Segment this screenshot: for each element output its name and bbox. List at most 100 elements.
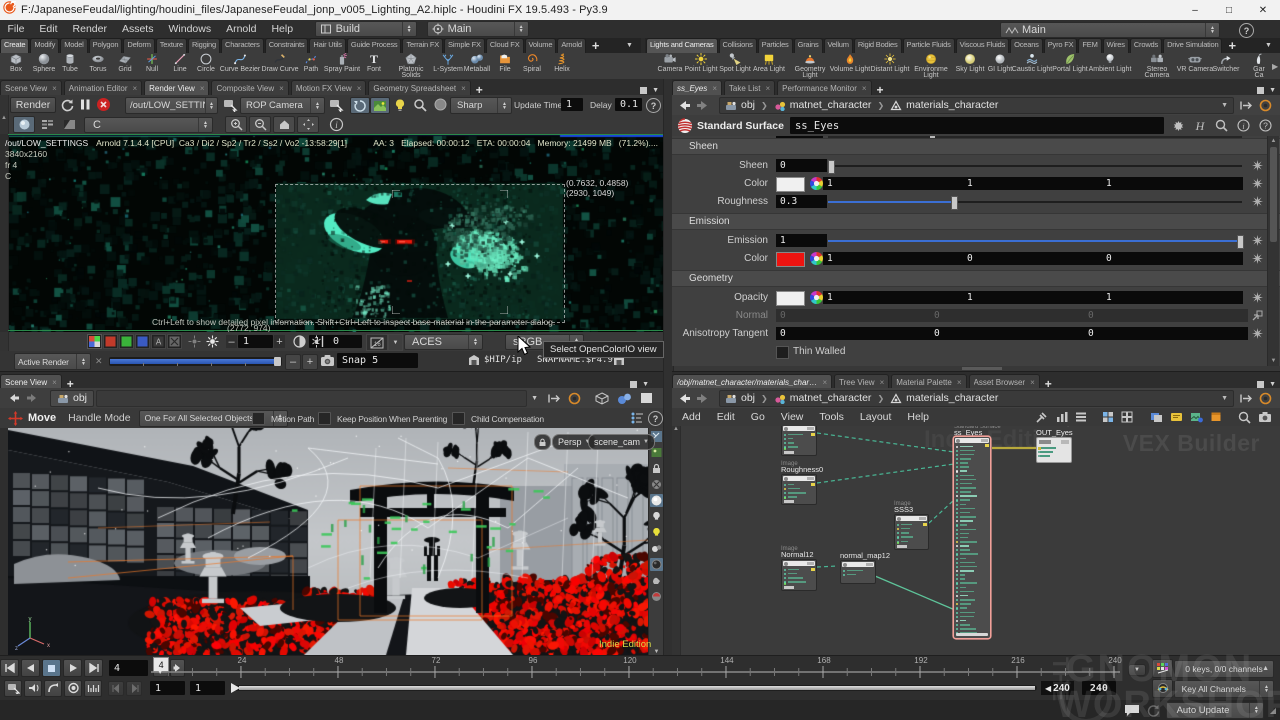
snap-field[interactable]: Snap 5 <box>337 353 418 368</box>
render-help-button[interactable]: ? <box>646 98 661 113</box>
camera-lock-pill[interactable] <box>534 434 551 450</box>
colorspace-spinner[interactable]: ▲▼ <box>468 335 482 349</box>
close-tab-icon[interactable]: × <box>200 84 205 93</box>
snapshot-mode-spinner[interactable]: ▲▼ <box>76 354 90 369</box>
network-node-out-eyes[interactable]: Material outputOUT_Eyes <box>1036 437 1070 461</box>
close-tab-icon[interactable]: × <box>822 378 827 387</box>
network-graph[interactable]: ▲VEX BuilderIndie EditionImageImageRough… <box>672 426 1280 655</box>
range-start-field[interactable]: 1 <box>190 681 225 695</box>
param-component-field[interactable]: 0 <box>776 327 930 340</box>
color-swatch[interactable] <box>776 291 805 306</box>
shelf-tab-particle-fluids[interactable]: Particle Fluids <box>903 38 955 53</box>
camera-selector-dropdown[interactable]: ROP Camera▲▼ <box>240 97 325 114</box>
node-body[interactable] <box>840 560 876 584</box>
breadcrumb-segment-obj[interactable]: obj <box>720 391 760 406</box>
filter-spinner[interactable]: ▲▼ <box>497 98 511 113</box>
path-pin-button[interactable] <box>548 393 562 404</box>
menu-assets[interactable]: Assets <box>114 23 161 35</box>
render-info-button[interactable]: i <box>329 117 344 132</box>
exposure-button[interactable] <box>312 335 325 348</box>
color-swatch[interactable] <box>776 252 805 267</box>
network-grid1-button[interactable] <box>1102 411 1114 423</box>
filter-selector-dropdown[interactable]: Sharp▲▼ <box>450 97 512 114</box>
render-stop-button[interactable] <box>96 97 111 112</box>
menu-edit[interactable]: Edit <box>32 23 65 35</box>
pane-menu-arrow-icon[interactable]: ▼ <box>652 87 659 94</box>
pane-tab--obj-matnet-character-materials-charac-[interactable]: /obj/matnet_character/materials_charac..… <box>672 374 832 389</box>
snapshot-slider[interactable] <box>109 357 282 366</box>
checkbox-box[interactable] <box>318 412 331 425</box>
scrollbar-down-arrow[interactable]: ▼ <box>1268 356 1279 366</box>
network-snapshot-button[interactable] <box>1258 411 1272 423</box>
scrollbar-up-arrow[interactable]: ▲ <box>1268 136 1279 146</box>
pane-tab-tree-view[interactable]: Tree View× <box>834 374 889 389</box>
node-name-field[interactable]: ss_Eyes <box>790 117 1164 134</box>
param-slider-track[interactable] <box>828 165 1242 167</box>
param-pane-add-tab-button[interactable]: + <box>877 85 884 95</box>
shelf-tab-viscous-fluids[interactable]: Viscous Fluids <box>956 38 1009 53</box>
network-box-button[interactable] <box>1210 411 1222 423</box>
param-component-field[interactable]: 1 <box>1102 291 1243 304</box>
message-bubble-button[interactable] <box>1124 704 1140 717</box>
scene-selector-dropdown[interactable]: Main▲▼ <box>427 21 529 37</box>
snap-minus-button[interactable]: – <box>285 354 301 370</box>
background-menu-button[interactable]: ▼ <box>388 334 403 351</box>
zoom-home-button[interactable] <box>273 116 295 133</box>
shelf-left-more-arrow[interactable]: ▼ <box>626 42 633 49</box>
shelf-right-more-arrow[interactable]: ▼ <box>1265 42 1272 49</box>
background-toggle-button[interactable]: 16 <box>366 334 388 351</box>
param-hscroll-nub[interactable] <box>962 367 1002 370</box>
param-jack-icon[interactable] <box>1252 196 1263 207</box>
snapshot-slider-handle[interactable] <box>274 357 281 366</box>
close-tab-icon[interactable]: × <box>862 84 867 93</box>
render-button[interactable]: Render <box>10 97 56 113</box>
checkbox-child-compensation[interactable]: Child Compensation <box>452 412 544 425</box>
shelf-tab-rigging[interactable]: Rigging <box>188 38 220 53</box>
gamma-plus-button[interactable]: + <box>274 335 285 348</box>
close-tab-icon[interactable]: × <box>1030 378 1035 387</box>
range-slider[interactable] <box>231 682 1037 694</box>
shelf-tab-volume[interactable]: Volume <box>525 38 557 53</box>
path-back-button[interactable] <box>8 393 20 403</box>
shelf-tab-rigid-bodies[interactable]: Rigid Bodies <box>854 38 902 53</box>
pane-tab-performance-monitor[interactable]: Performance Monitor× <box>777 80 871 95</box>
breadcrumb-path-field[interactable]: obj❯matnet_character❯materials_character… <box>719 97 1234 114</box>
breadcrumb-path-field[interactable]: obj❯matnet_character❯materials_character… <box>719 390 1234 407</box>
network-menu-view[interactable]: View <box>781 411 804 423</box>
checkbox-keep-position-when-parenting[interactable]: Keep Position When Parenting <box>318 412 447 425</box>
image-view-mode-button[interactable] <box>13 116 35 133</box>
path-follow-button[interactable] <box>568 392 581 405</box>
network-menu-edit[interactable]: Edit <box>717 411 735 423</box>
network-node-SSS3[interactable]: ImageSSS3 <box>894 514 927 548</box>
shelf-tab-terrain-fx[interactable]: Terrain FX <box>402 38 443 53</box>
pane-tab-scene-view[interactable]: Scene View× <box>0 80 62 95</box>
desktop-selector-spinner[interactable]: ▲▼ <box>402 22 416 36</box>
menu-render[interactable]: Render <box>65 23 114 35</box>
preview-toggle[interactable] <box>370 97 390 114</box>
render-lights-button[interactable] <box>394 98 406 112</box>
param-link-icon[interactable] <box>1252 310 1263 321</box>
close-tab-icon[interactable]: × <box>957 378 962 387</box>
performance-button[interactable] <box>44 680 62 697</box>
network-menu-add[interactable]: Add <box>682 411 701 423</box>
network-node-image[interactable]: Image <box>781 426 815 454</box>
close-tab-icon[interactable]: × <box>52 378 57 387</box>
param-component-field[interactable]: 1 <box>823 252 964 265</box>
close-tab-icon[interactable]: × <box>357 84 362 93</box>
param-slider-handle[interactable] <box>1237 235 1244 249</box>
shelf-tab-characters[interactable]: Characters <box>221 38 264 53</box>
close-tab-icon[interactable]: × <box>461 84 466 93</box>
param-value-field[interactable]: 0 <box>776 159 827 172</box>
param-slider-handle[interactable] <box>951 196 958 210</box>
exposure-field[interactable]: 0 <box>328 335 362 348</box>
delay-field[interactable]: 0.1 <box>615 98 642 111</box>
network-node-Roughness0[interactable]: ImageRoughness0 <box>781 474 815 503</box>
go-start-button[interactable] <box>0 659 19 677</box>
view-material-button[interactable] <box>650 590 663 603</box>
colorspace-dropdown[interactable]: ACES▲▼ <box>404 334 483 350</box>
keys-info-dropdown[interactable]: 0 keys, 0/0 channels▲ <box>1174 660 1274 678</box>
shelf-tab-wires[interactable]: Wires <box>1103 38 1129 53</box>
rop-selector-dropdown[interactable]: /out/LOW_SETTIN...▲▼ <box>125 97 218 114</box>
pane-menu-arrow-icon[interactable]: ▼ <box>1269 381 1276 388</box>
view-lock-button[interactable] <box>650 462 663 475</box>
